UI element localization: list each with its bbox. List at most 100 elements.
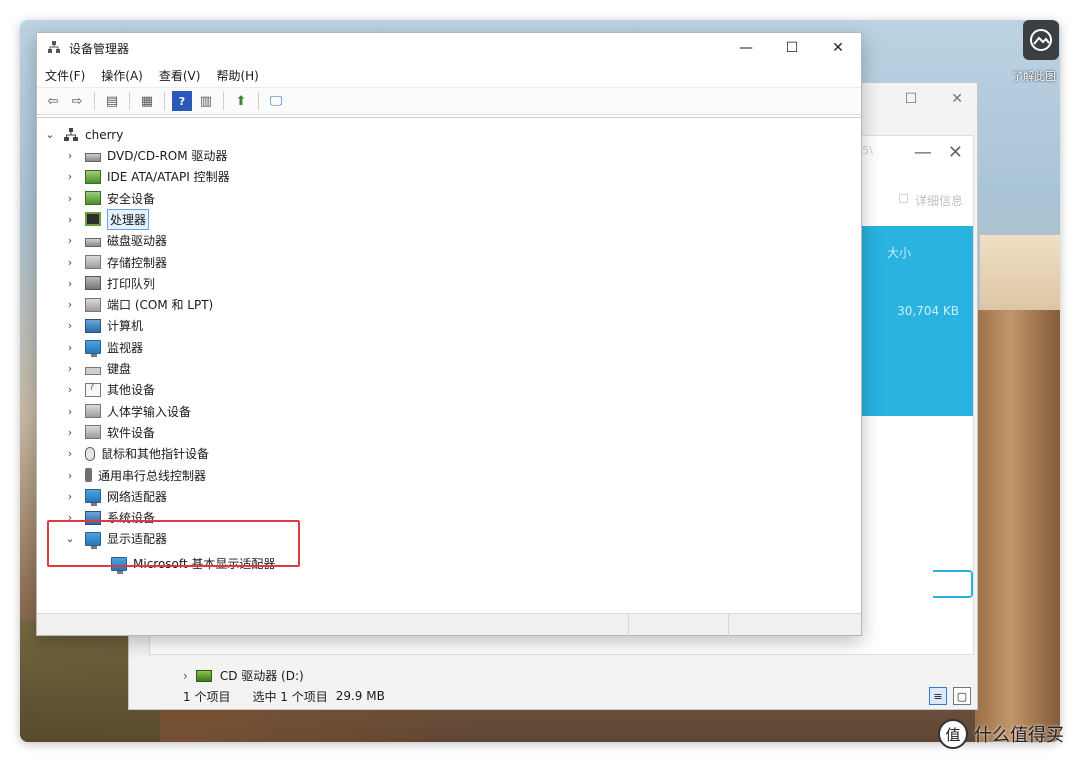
device-manager-icon bbox=[47, 40, 61, 57]
chevron-right-icon[interactable]: › bbox=[63, 490, 77, 503]
details-view-icon[interactable]: ≡ bbox=[929, 687, 947, 705]
chevron-right-icon[interactable]: › bbox=[183, 669, 188, 683]
device-category-label: 存储控制器 bbox=[107, 255, 168, 270]
maximize-icon[interactable]: ☐ bbox=[905, 91, 918, 107]
security-device-icon bbox=[85, 191, 101, 206]
help-icon[interactable]: ? bbox=[172, 91, 192, 111]
other-device-icon bbox=[85, 382, 101, 397]
tab-details[interactable]: ☐ 详细信息 bbox=[898, 192, 963, 209]
menu-action[interactable]: 操作(A) bbox=[101, 67, 143, 84]
toolbar-divider bbox=[94, 92, 95, 110]
chevron-right-icon[interactable]: › bbox=[63, 234, 77, 247]
chevron-down-icon[interactable]: ⌄ bbox=[43, 128, 57, 141]
minimize-button[interactable]: — bbox=[723, 33, 769, 63]
action-pane-icon[interactable]: ▥ bbox=[196, 91, 216, 111]
device-category-hid[interactable]: › 人体学输入设备 bbox=[63, 401, 191, 422]
device-category-label: 通用串行总线控制器 bbox=[98, 468, 207, 483]
chevron-right-icon[interactable]: › bbox=[63, 149, 77, 162]
explorer-status-bar: 1 个项目 选中 1 个项目 29.9 MB bbox=[129, 683, 977, 709]
device-manager-status-bar bbox=[37, 613, 861, 636]
device-category-label: 打印队列 bbox=[107, 276, 156, 291]
device-category-dvd-drive[interactable]: › DVD/CD-ROM 驱动器 bbox=[63, 145, 228, 166]
back-arrow-icon[interactable]: ⇦ bbox=[43, 91, 63, 111]
highlight-annotation bbox=[47, 520, 300, 567]
menu-file[interactable]: 文件(F) bbox=[45, 67, 85, 84]
device-category-ide-controller[interactable]: › IDE ATA/ATAPI 控制器 bbox=[63, 166, 230, 187]
chevron-right-icon[interactable]: › bbox=[63, 469, 77, 482]
chevron-right-icon[interactable]: › bbox=[63, 341, 77, 354]
printer-icon bbox=[85, 276, 101, 291]
window-controls: — ☐ ✕ bbox=[723, 33, 861, 63]
computer-root-icon bbox=[63, 127, 79, 142]
cd-drive-icon bbox=[195, 669, 212, 682]
forward-arrow-icon[interactable]: ⇨ bbox=[67, 91, 87, 111]
device-category-port[interactable]: › 端口 (COM 和 LPT) bbox=[63, 294, 213, 315]
device-category-label: 计算机 bbox=[107, 319, 144, 334]
learn-about-picture-icon[interactable] bbox=[1023, 20, 1059, 60]
toolbar: ⇦ ⇨ ▤ ▦ ? ▥ ⬆ 🖵 bbox=[37, 87, 861, 115]
hid-icon bbox=[85, 404, 101, 419]
dialog-button-fragment[interactable] bbox=[933, 570, 973, 598]
device-category-label: 端口 (COM 和 LPT) bbox=[107, 298, 214, 313]
cd-drive-item[interactable]: › CD 驱动器 (D:) bbox=[183, 667, 304, 684]
large-icons-view-icon[interactable]: ▢ bbox=[953, 687, 971, 705]
chevron-right-icon[interactable]: › bbox=[63, 426, 77, 439]
device-category-other-device[interactable]: › 其他设备 bbox=[63, 379, 155, 400]
device-category-security-device[interactable]: › 安全设备 bbox=[63, 188, 155, 209]
close-icon[interactable]: ✕ bbox=[948, 142, 963, 163]
usb-icon bbox=[85, 468, 92, 482]
chevron-right-icon[interactable]: › bbox=[63, 447, 77, 460]
software-device-icon bbox=[85, 425, 101, 440]
port-icon bbox=[85, 297, 101, 312]
chevron-right-icon[interactable]: › bbox=[63, 192, 77, 205]
mouse-icon bbox=[85, 446, 95, 461]
wallpaper-houses bbox=[980, 235, 1060, 320]
chevron-right-icon[interactable]: › bbox=[63, 383, 77, 396]
root-label: cherry bbox=[85, 127, 124, 142]
device-category-monitor[interactable]: › 监视器 bbox=[63, 337, 143, 358]
device-category-usb[interactable]: › 通用串行总线控制器 bbox=[63, 465, 206, 486]
properties-icon[interactable]: ▦ bbox=[137, 91, 157, 111]
details-tab-label: 详细信息 bbox=[914, 194, 963, 208]
device-category-printer[interactable]: › 打印队列 bbox=[63, 273, 155, 294]
device-category-processor[interactable]: › 处理器 bbox=[63, 208, 150, 230]
window-title: 设备管理器 bbox=[69, 41, 130, 56]
update-driver-icon[interactable]: ⬆ bbox=[231, 91, 251, 111]
device-category-network-adapter[interactable]: › 网络适配器 bbox=[63, 486, 167, 507]
menu-view[interactable]: 查看(V) bbox=[159, 67, 201, 84]
size-value: 30,704 KB bbox=[897, 304, 959, 318]
screenshot-frame: 了解此图 ☐ ✕ nHost5\ — ✕ ☐ 详细信息 大小 30,704 KB… bbox=[20, 20, 1060, 742]
chevron-right-icon[interactable]: › bbox=[63, 405, 77, 418]
minimize-icon[interactable]: — bbox=[914, 142, 932, 163]
chevron-right-icon[interactable]: › bbox=[63, 277, 77, 290]
chevron-right-icon[interactable]: › bbox=[63, 362, 77, 375]
chevron-right-icon[interactable]: › bbox=[63, 298, 77, 311]
chevron-right-icon[interactable]: › bbox=[63, 319, 77, 332]
close-icon[interactable]: ✕ bbox=[951, 91, 963, 107]
show-hide-console-tree-icon[interactable]: ▤ bbox=[102, 91, 122, 111]
chevron-right-icon[interactable]: › bbox=[63, 170, 77, 183]
processor-icon bbox=[85, 212, 101, 227]
watermark-text: 什么值得买 bbox=[974, 725, 1064, 746]
tree-root[interactable]: ⌄ cherry bbox=[43, 124, 123, 145]
menu-help[interactable]: 帮助(H) bbox=[216, 67, 258, 84]
device-category-computer[interactable]: › 计算机 bbox=[63, 315, 143, 336]
device-category-label: IDE ATA/ATAPI 控制器 bbox=[107, 170, 230, 185]
device-category-mouse[interactable]: › 鼠标和其他指针设备 bbox=[63, 443, 209, 464]
device-category-label: 软件设备 bbox=[107, 425, 156, 440]
device-category-software-device[interactable]: › 软件设备 bbox=[63, 422, 155, 443]
watermark: 值 什么值得买 bbox=[938, 719, 1064, 749]
close-button[interactable]: ✕ bbox=[815, 33, 861, 63]
scan-hardware-icon[interactable]: 🖵 bbox=[266, 91, 286, 111]
device-category-keyboard[interactable]: › 键盘 bbox=[63, 358, 131, 379]
chevron-right-icon[interactable]: › bbox=[63, 213, 77, 226]
device-category-disk-drive[interactable]: › 磁盘驱动器 bbox=[63, 230, 167, 251]
device-category-label: 键盘 bbox=[107, 362, 132, 376]
network-adapter-icon bbox=[85, 489, 101, 507]
dvd-drive-icon bbox=[85, 152, 101, 162]
chevron-right-icon[interactable]: › bbox=[63, 256, 77, 269]
device-category-label: 磁盘驱动器 bbox=[107, 234, 168, 249]
cd-drive-label: CD 驱动器 (D:) bbox=[219, 669, 304, 683]
device-category-storage-controller[interactable]: › 存储控制器 bbox=[63, 252, 167, 273]
maximize-button[interactable]: ☐ bbox=[769, 33, 815, 63]
